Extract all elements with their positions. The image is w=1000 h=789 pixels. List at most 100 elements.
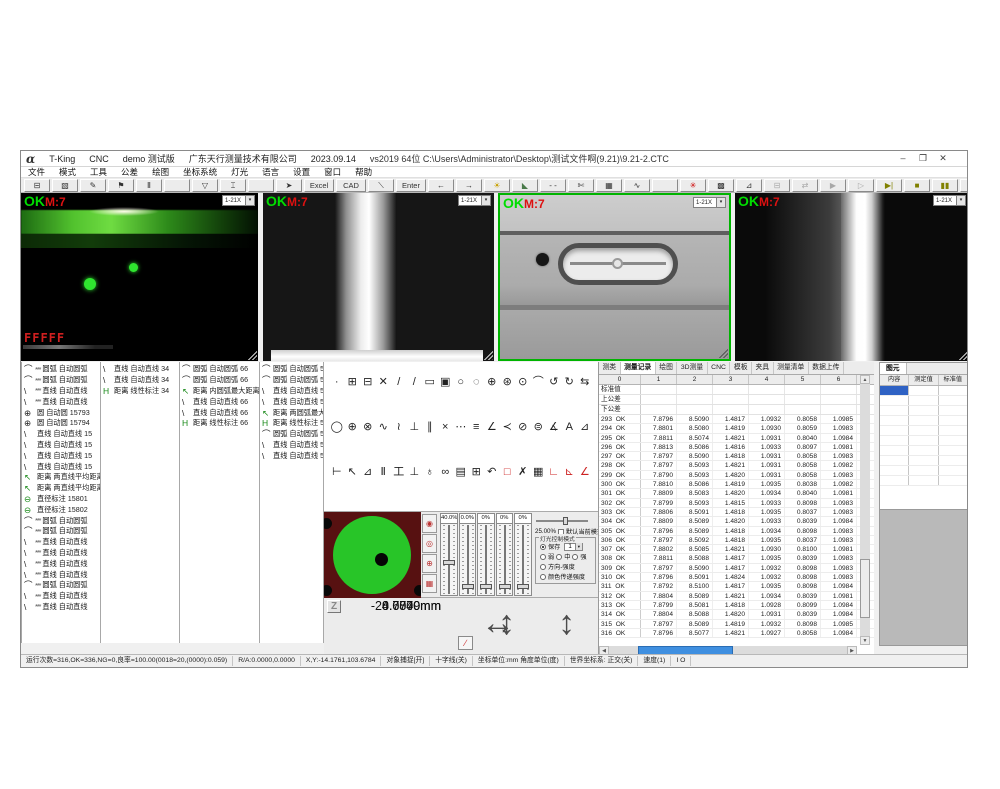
ring-light-preview[interactable]: [324, 512, 421, 598]
toolbox-icon[interactable]: ♁: [422, 465, 438, 479]
element-list-item[interactable]: \直线自动直线 55: [260, 396, 323, 407]
run-control-button[interactable]: ⇄: [792, 179, 818, 192]
toolbar-button[interactable]: [248, 179, 274, 192]
light-mode-radio-weak[interactable]: [540, 554, 546, 560]
toolbar-button[interactable]: →: [456, 179, 482, 192]
toolbox-icon[interactable]: ⊕: [484, 375, 500, 389]
element-list-item[interactable]: \***直线自动直线: [22, 537, 100, 548]
element-list-item[interactable]: ⌒圆弧自动圆弧 66: [180, 375, 259, 386]
measurement-row[interactable]: 308 OK 7.8811 8.5088 1.4817 1.0935 0.803…: [599, 554, 874, 563]
element-list-item[interactable]: ⌒***圆弧自动圆弧: [22, 515, 100, 526]
ring-segment-button[interactable]: ⊕: [422, 554, 437, 573]
element-list-item[interactable]: \***直线自动直线: [22, 558, 100, 569]
menu-item[interactable]: 帮助: [348, 166, 379, 178]
toolbox-icon[interactable]: ∥: [422, 420, 438, 434]
measurement-row[interactable]: 311 OK 7.8792 8.5100 1.4817 1.0935 0.809…: [599, 582, 874, 591]
toolbox-icon[interactable]: 工: [391, 465, 407, 479]
table-tab[interactable]: 测类: [599, 362, 621, 374]
toolbar-button[interactable]: ∿: [624, 179, 650, 192]
element-list-item[interactable]: ⌒***圆弧自动圆弧: [22, 580, 100, 591]
light-mode-radio-save[interactable]: [540, 544, 546, 550]
element-list-item[interactable]: \直线自动直线 34: [101, 375, 179, 386]
toolbox-icon[interactable]: ⊕: [345, 420, 361, 434]
element-list-item[interactable]: ⌒圆弧自动圆弧 55: [260, 375, 323, 386]
toolbox-icon[interactable]: ⊿: [360, 465, 376, 479]
element-list-item[interactable]: \直线自动直线 15: [22, 440, 100, 451]
light-channel-slider[interactable]: 0%: [477, 513, 495, 596]
measurement-row[interactable]: 307 OK 7.8802 8.5085 1.4821 1.0930 0.810…: [599, 545, 874, 554]
menu-item[interactable]: 窗口: [317, 166, 348, 178]
element-list-item[interactable]: ⊖直径标注15802: [22, 504, 100, 515]
toolbar-button[interactable]: Ⅱ: [136, 179, 162, 192]
scroll-down-icon[interactable]: ▼: [860, 636, 870, 645]
camera1-lens-select[interactable]: 1-21X▾: [222, 195, 255, 206]
toolbar-button[interactable]: ⌶: [220, 179, 246, 192]
element-list-item[interactable]: \直线自动直线 66: [180, 407, 259, 418]
toolbox-icon[interactable]: ↻: [562, 375, 578, 389]
toolbox-icon[interactable]: ⊞: [345, 375, 361, 389]
element-list-item[interactable]: ⌒圆弧自动圆弧 55: [260, 429, 323, 440]
toolbox-icon[interactable]: ⊥: [407, 420, 423, 434]
toolbox-icon[interactable]: ◯: [329, 420, 345, 434]
element-list-item[interactable]: ↖距离两圆弧最大距离: [260, 407, 323, 418]
element-list-item[interactable]: \直线自动直线 15: [22, 461, 100, 472]
run-control-button[interactable]: ▶|: [876, 179, 902, 192]
toolbar-button[interactable]: ←: [428, 179, 454, 192]
scrollbar-thumb[interactable]: [860, 559, 870, 618]
light-channel-slider[interactable]: 0.0%: [459, 513, 477, 596]
run-control-button[interactable]: ▷: [848, 179, 874, 192]
z-jog-icon[interactable]: ↕: [558, 604, 575, 643]
run-control-button[interactable]: ⊟: [764, 179, 790, 192]
toolbox-icon[interactable]: A: [562, 420, 578, 434]
toolbox-icon[interactable]: ∿: [376, 420, 392, 434]
toolbox-icon[interactable]: ≡: [469, 420, 485, 434]
measurement-row[interactable]: 314 OK 7.8804 8.5088 1.4820 1.0931 0.803…: [599, 610, 874, 619]
slider-thumb[interactable]: [462, 584, 474, 589]
toolbox-icon[interactable]: ⇆: [577, 375, 593, 389]
element-list-item[interactable]: \直线自动直线 55: [260, 450, 323, 461]
element-list-item[interactable]: H距离线性标注 34: [101, 386, 179, 397]
diagonal-move-button[interactable]: ∕: [458, 636, 473, 650]
toolbox-icon[interactable]: ∡: [546, 420, 562, 434]
toolbar-button[interactable]: [164, 179, 190, 192]
toolbox-icon[interactable]: ≺: [500, 420, 516, 434]
light-mode-radio-strong[interactable]: [572, 554, 578, 560]
table-tab[interactable]: CNC: [708, 362, 731, 374]
axis-button[interactable]: Z: [327, 600, 341, 613]
element-list-item[interactable]: \直线自动直线 34: [101, 364, 179, 375]
table-tab[interactable]: 模板: [730, 362, 752, 374]
table-vertical-scrollbar[interactable]: ▲ ▼: [860, 375, 870, 645]
toolbox-icon[interactable]: ≀: [391, 420, 407, 434]
toolbox-icon[interactable]: ·: [329, 375, 345, 389]
menu-item[interactable]: 公差: [114, 166, 145, 178]
toolbar-button[interactable]: ▩: [708, 179, 734, 192]
measurement-row[interactable]: 312 OK 7.8804 8.5089 1.4821 1.0934 0.803…: [599, 592, 874, 601]
toolbox-icon[interactable]: /: [391, 375, 407, 389]
toolbox-icon[interactable]: ⊙: [515, 375, 531, 389]
toolbar-button[interactable]: ✳: [680, 179, 706, 192]
camera-view-3-selected[interactable]: OKM:7 1-21X▾: [498, 193, 731, 361]
toolbox-icon[interactable]: ○: [453, 375, 469, 389]
measurement-row[interactable]: 301 OK 7.8809 8.5083 1.4820 1.0934 0.804…: [599, 489, 874, 498]
menu-item[interactable]: 灯光: [224, 166, 255, 178]
toolbox-icon[interactable]: □: [500, 465, 516, 479]
toolbox-icon[interactable]: ↖: [345, 465, 361, 479]
toolbox-icon[interactable]: ∠: [577, 465, 593, 479]
measurement-row[interactable]: 296 OK 7.8813 8.5086 1.4816 1.0933 0.809…: [599, 443, 874, 452]
slider-thumb[interactable]: [563, 517, 568, 525]
primitive-tab[interactable]: 图元: [880, 363, 907, 374]
measurement-row[interactable]: 293 OK 7.8796 8.5090 1.4817 1.0932 0.805…: [599, 415, 874, 424]
toolbox-icon[interactable]: ▦: [531, 465, 547, 479]
slider-thumb[interactable]: [499, 584, 511, 589]
menu-item[interactable]: 模式: [52, 166, 83, 178]
toolbar-button[interactable]: ✎: [80, 179, 106, 192]
light-mode-radio-mid[interactable]: [556, 554, 562, 560]
table-tab[interactable]: 绘图: [656, 362, 678, 374]
toolbar-button[interactable]: CAD: [336, 179, 366, 192]
ring-segment-button[interactable]: ◉: [422, 514, 437, 533]
table-tab[interactable]: 测量清单: [774, 362, 809, 374]
toolbox-icon[interactable]: ∞: [438, 465, 454, 479]
measurement-row[interactable]: 300 OK 7.8810 8.5086 1.4819 1.0935 0.803…: [599, 480, 874, 489]
element-list-item[interactable]: ⌒***圆弧自动圆弧: [22, 364, 100, 375]
menu-item[interactable]: 坐标系统: [176, 166, 224, 178]
